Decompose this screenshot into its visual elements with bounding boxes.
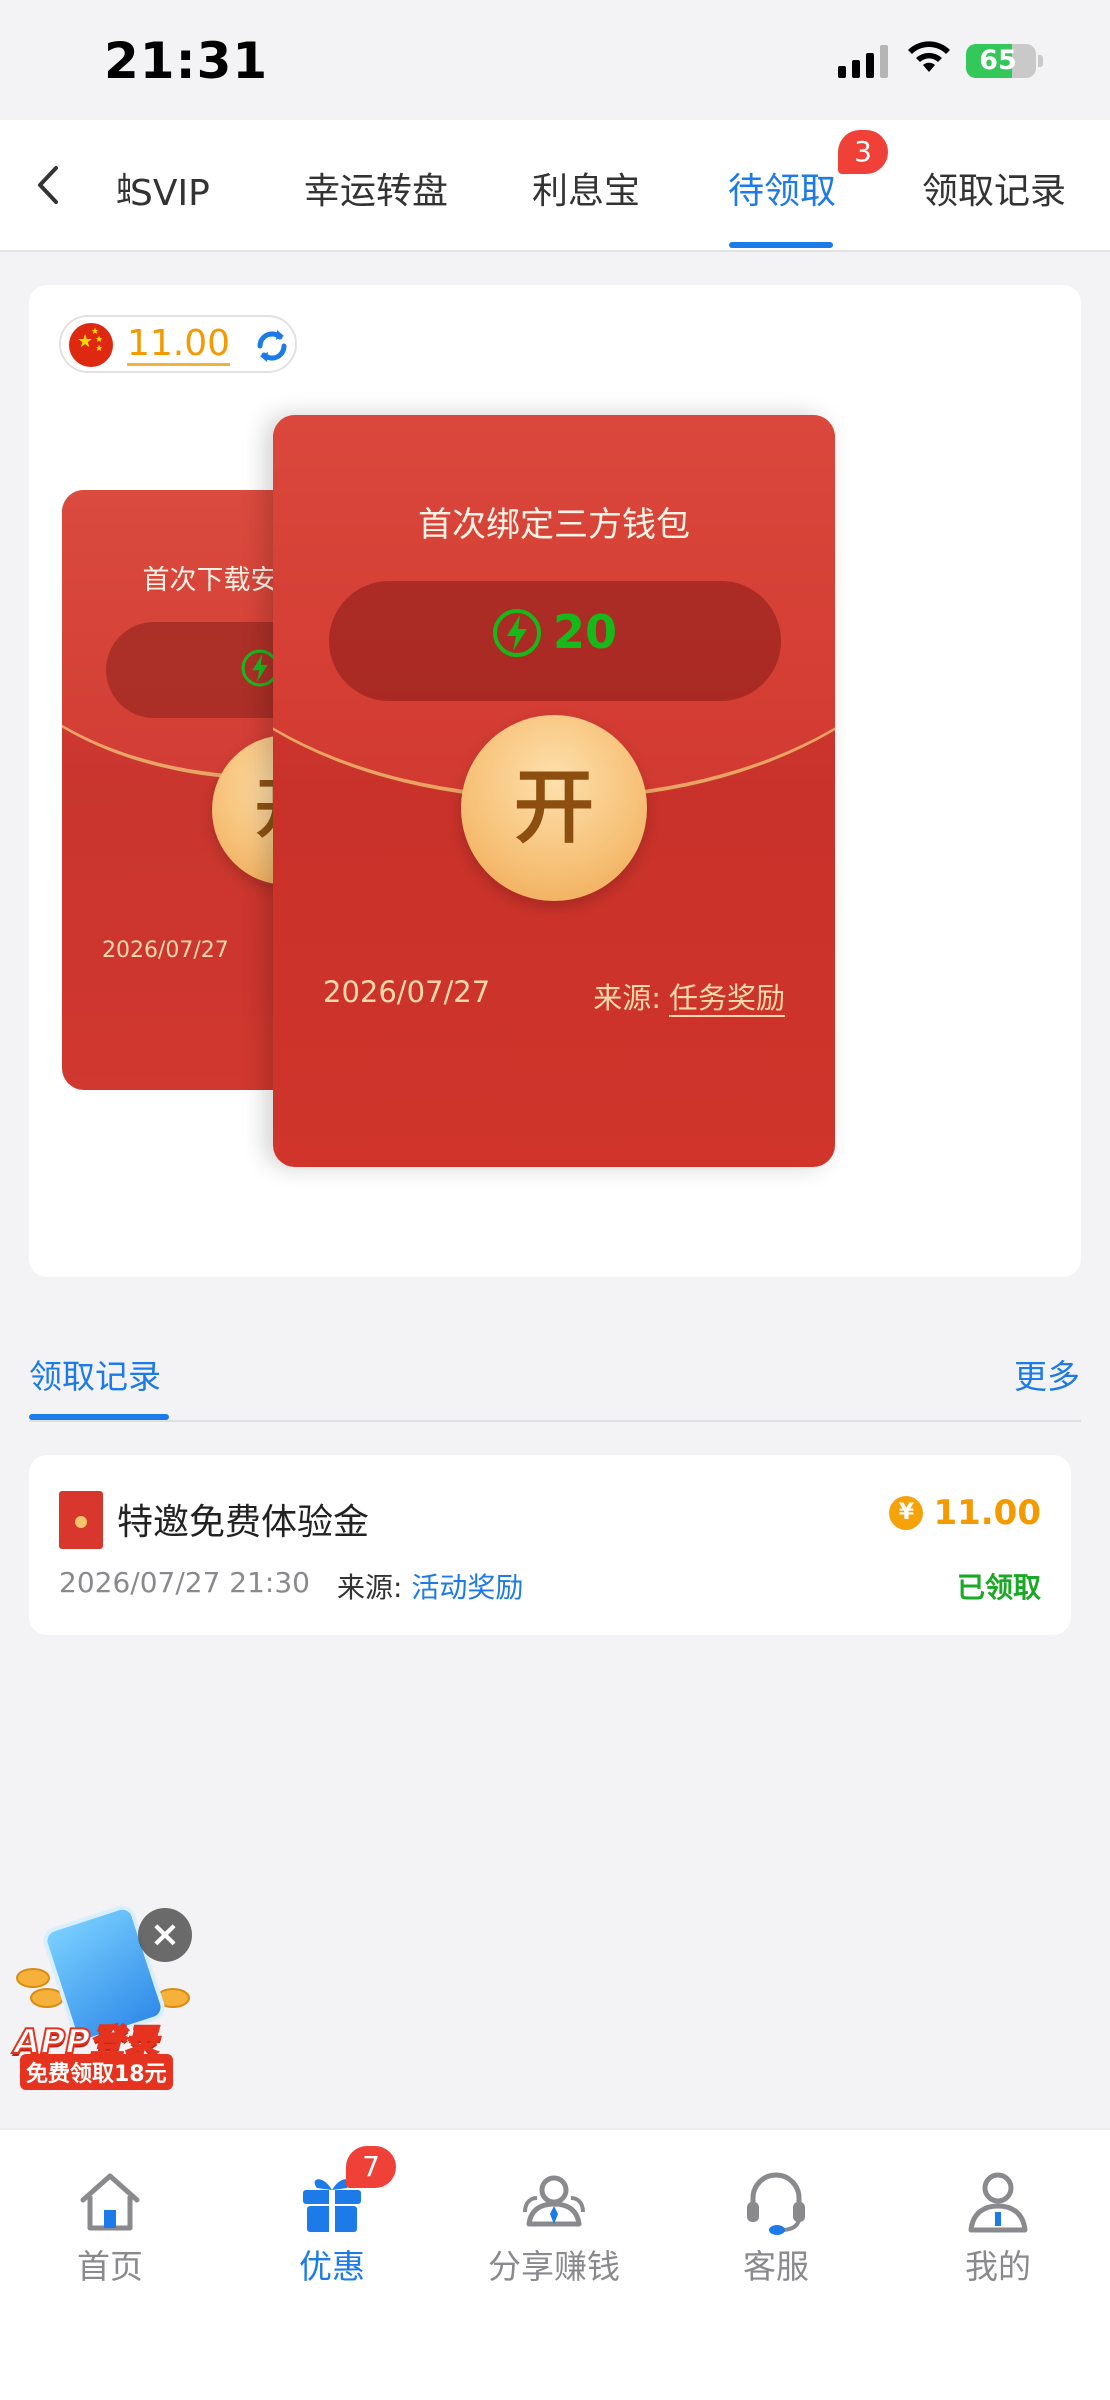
more-link[interactable]: 更多 <box>1014 1350 1080 1398</box>
pending-envelopes-card: ★★★★ 11.00 首次下载安 开 2026/07/27 首次绑定三方钱包 <box>29 285 1081 1277</box>
headset-icon <box>747 2172 805 2235</box>
nav-home[interactable]: 首页 <box>20 2166 200 2288</box>
nav-label: 我的 <box>965 2247 1031 2286</box>
wifi-icon <box>908 41 950 72</box>
nav-share-earn[interactable]: 分享赚钱 <box>464 2166 644 2288</box>
envelope-source-link[interactable]: 任务奖励 <box>668 981 785 1017</box>
balance-pill: ★ ★ ★ ★ 11.00 <box>59 315 297 373</box>
record-source-link[interactable]: 活动奖励 <box>411 1571 523 1604</box>
top-tab-bar: 蚍SVIP 幸运转盘 利息宝 待领取 领取记录 <box>0 120 1110 252</box>
envelope-date: 2026/07/27 <box>102 938 229 963</box>
status-bar: 21:31 65 <box>0 0 1110 120</box>
envelope-amount: 20 <box>553 605 618 659</box>
record-title: 特邀免费体验金 <box>117 1502 370 1543</box>
record-row[interactable]: 特邀免费体验金 ¥ 11.00 2026/07/27 21:30 来源: 活动奖… <box>29 1455 1071 1635</box>
back-arrow-icon[interactable] <box>26 160 72 210</box>
tab-pending[interactable]: 待领取 <box>728 162 836 214</box>
share-users-icon <box>523 2175 585 2227</box>
offers-count-badge: 7 <box>346 2146 396 2188</box>
nav-offers[interactable]: 优惠 7 <box>242 2146 422 2288</box>
china-flag-icon: ★ ★ ★ ★ <box>69 323 113 367</box>
profile-icon <box>968 2172 1028 2233</box>
lightning-icon <box>493 609 541 657</box>
active-tab-indicator <box>729 242 833 248</box>
divider <box>29 1420 1081 1422</box>
nav-label: 优惠 <box>299 2247 365 2286</box>
pending-count-badge: 3 <box>838 130 888 174</box>
envelope-date: 2026/07/27 <box>323 975 491 1009</box>
tab-interest[interactable]: 利息宝 <box>532 162 640 214</box>
balance-amount: 11.00 <box>127 323 231 366</box>
tab-lucky-wheel[interactable]: 幸运转盘 <box>304 162 448 214</box>
envelope-title: 首次绑定三方钱包 <box>418 505 690 545</box>
record-datetime: 2026/07/27 21:30 <box>59 1566 310 1599</box>
refresh-icon[interactable] <box>251 325 293 367</box>
red-envelope-icon <box>59 1491 103 1549</box>
red-envelope-front[interactable]: 首次绑定三方钱包 20 开 2026/07/27 来源: 任务奖励 <box>273 415 835 1167</box>
nav-label: 首页 <box>77 2247 143 2286</box>
app-login-promo[interactable]: APP登录 免费领取18元 × <box>6 1902 196 2090</box>
tab-claim-records[interactable]: 领取记录 <box>922 162 1066 214</box>
home-icon <box>80 2173 140 2231</box>
battery-icon: 65 <box>966 44 1043 78</box>
status-time: 21:31 <box>104 32 269 90</box>
cellular-signal-icon <box>838 44 888 78</box>
records-tab[interactable]: 领取记录 <box>29 1350 161 1398</box>
record-amount: ¥ 11.00 <box>889 1493 1041 1533</box>
nav-label: 分享赚钱 <box>488 2247 620 2286</box>
record-status: 已领取 <box>956 1571 1041 1604</box>
battery-level: 65 <box>979 45 1017 76</box>
open-envelope-button[interactable]: 开 <box>461 715 647 901</box>
envelope-source: 来源: 任务奖励 <box>593 981 785 1017</box>
nav-profile[interactable]: 我的 <box>908 2166 1088 2288</box>
nav-customer-service[interactable]: 客服 <box>686 2166 866 2288</box>
tab-svip[interactable]: 蚍SVIP <box>116 162 210 214</box>
promo-subtitle: 免费领取18元 <box>20 2054 173 2090</box>
nav-label: 客服 <box>743 2247 809 2286</box>
close-icon[interactable]: × <box>138 1908 192 1962</box>
bottom-nav: 首页 优惠 7 分享赚钱 客服 我的 <box>0 2128 1110 2400</box>
record-source: 来源: 活动奖励 <box>337 1571 524 1604</box>
coin-icon: ¥ <box>889 1496 924 1530</box>
